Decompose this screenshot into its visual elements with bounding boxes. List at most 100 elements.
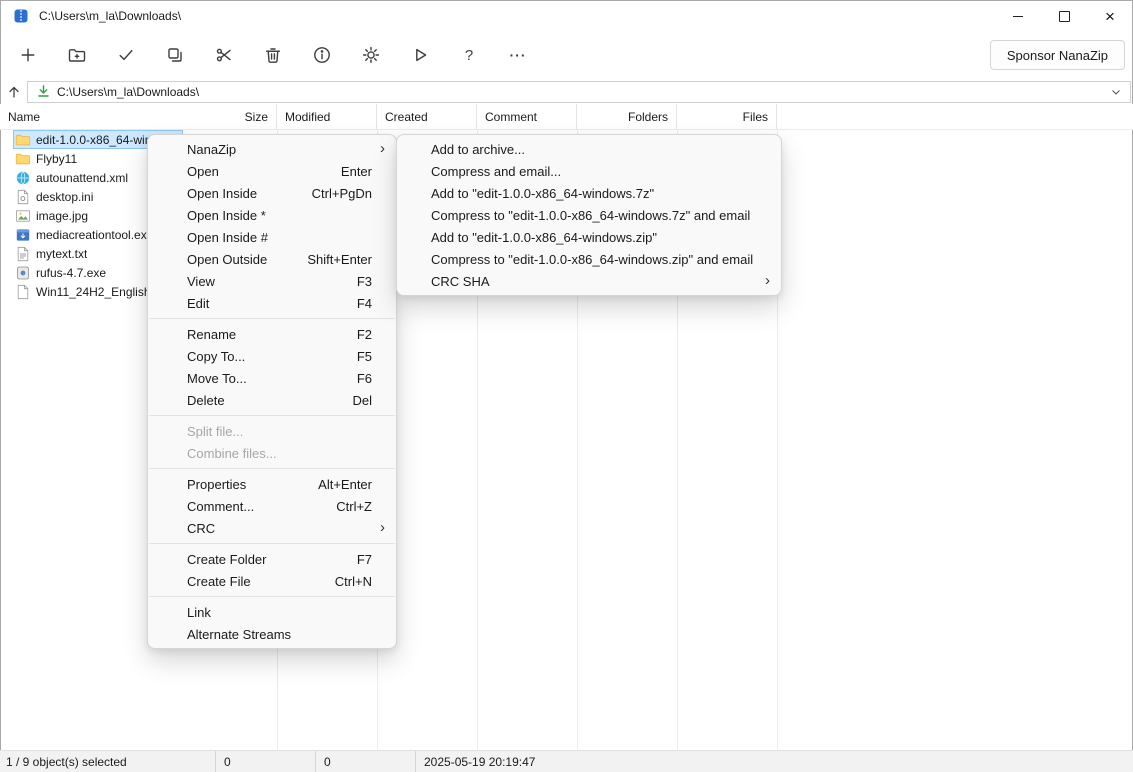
menu-item-label: Open Inside # — [187, 230, 268, 245]
menu-item-combine-files: Combine files... — [148, 442, 396, 464]
menu-item-label: Compress to "edit-1.0.0-x86_64-windows.7… — [431, 208, 750, 223]
column-header-folders[interactable]: Folders — [577, 104, 677, 129]
menu-item-label: NanaZip — [187, 142, 236, 157]
gear-icon — [361, 45, 381, 65]
menu-item-nanazip[interactable]: NanaZip› — [148, 138, 396, 160]
more-button[interactable]: ··· — [498, 38, 538, 72]
copy-button[interactable] — [155, 38, 195, 72]
menu-item-alternate-streams[interactable]: Alternate Streams — [148, 623, 396, 645]
menu-item-compress-to-edit-1-0-0-x86-64-windows-zip-and-email[interactable]: Compress to "edit-1.0.0-x86_64-windows.z… — [397, 248, 781, 270]
scissors-icon — [214, 45, 234, 65]
new-folder-button[interactable] — [57, 38, 97, 72]
delete-button[interactable] — [253, 38, 293, 72]
maximize-icon — [1059, 11, 1070, 22]
menu-item-label: Delete — [187, 393, 225, 408]
settings-button[interactable] — [351, 38, 391, 72]
menu-item-copy-to[interactable]: Copy To...F5 — [148, 345, 396, 367]
file-name: mytext.txt — [36, 247, 87, 261]
column-header-size[interactable]: Size — [205, 104, 277, 129]
run-button[interactable] — [400, 38, 440, 72]
submenu-arrow-icon: › — [765, 272, 770, 289]
menu-item-add-to-edit-1-0-0-x86-64-windows-zip[interactable]: Add to "edit-1.0.0-x86_64-windows.zip" — [397, 226, 781, 248]
menu-item-label: Open Inside * — [187, 208, 266, 223]
menu-shortcut: Alt+Enter — [318, 477, 372, 492]
menu-item-move-to[interactable]: Move To... F6 — [148, 367, 396, 389]
plus-icon — [18, 45, 38, 65]
window-controls: × — [995, 0, 1133, 32]
menu-item-add-to-archive[interactable]: Add to archive... — [397, 138, 781, 160]
menu-item-open[interactable]: OpenEnter — [148, 160, 396, 182]
menu-item-add-to-edit-1-0-0-x86-64-windows-7z[interactable]: Add to "edit-1.0.0-x86_64-windows.7z" — [397, 182, 781, 204]
folder-icon — [15, 151, 31, 167]
menu-item-open-inside[interactable]: Open Inside # — [148, 226, 396, 248]
file-name: mediacreationtool.exe — [36, 228, 153, 242]
menu-shortcut: Ctrl+Z — [336, 499, 372, 514]
menu-item-compress-to-edit-1-0-0-x86-64-windows-7z-and-email[interactable]: Compress to "edit-1.0.0-x86_64-windows.7… — [397, 204, 781, 226]
menu-item-properties[interactable]: PropertiesAlt+Enter — [148, 473, 396, 495]
column-header-comment[interactable]: Comment — [477, 104, 577, 129]
menu-item-open-inside[interactable]: Open Inside Ctrl+PgDn — [148, 182, 396, 204]
info-icon — [312, 45, 332, 65]
menu-item-crc[interactable]: CRC› — [148, 517, 396, 539]
menu-item-split-file: Split file... — [148, 420, 396, 442]
menu-item-rename[interactable]: RenameF2 — [148, 323, 396, 345]
menu-item-comment[interactable]: Comment... Ctrl+Z — [148, 495, 396, 517]
cut-button[interactable] — [204, 38, 244, 72]
menu-shortcut: Ctrl+N — [335, 574, 372, 589]
menu-item-crc-sha[interactable]: CRC SHA› — [397, 270, 781, 292]
sponsor-button[interactable]: Sponsor NanaZip — [990, 40, 1125, 70]
menu-item-label: Create File — [187, 574, 251, 589]
check-icon — [116, 45, 136, 65]
menu-item-label: Move To... — [187, 371, 247, 386]
menu-separator — [149, 596, 395, 597]
info-button[interactable] — [302, 38, 342, 72]
menu-item-label: Compress and email... — [431, 164, 561, 179]
menu-shortcut: Ctrl+PgDn — [312, 186, 372, 201]
menu-item-label: Copy To... — [187, 349, 245, 364]
title-bar: C:\Users\m_la\Downloads\ × — [0, 0, 1133, 32]
menu-item-label: Split file... — [187, 424, 243, 439]
image-file-icon — [15, 208, 31, 224]
file-name: autounattend.xml — [36, 171, 128, 185]
chevron-down-icon[interactable] — [1108, 84, 1124, 100]
menu-item-compress-and-email[interactable]: Compress and email... — [397, 160, 781, 182]
menu-item-edit[interactable]: EditF4 — [148, 292, 396, 314]
maximize-button[interactable] — [1041, 0, 1087, 32]
menu-item-label: Comment... — [187, 499, 254, 514]
path-field[interactable]: C:\Users\m_la\Downloads\ — [27, 81, 1131, 103]
menu-item-open-inside[interactable]: Open Inside * — [148, 204, 396, 226]
doc-file-icon — [15, 284, 31, 300]
menu-item-label: View — [187, 274, 215, 289]
window-title: C:\Users\m_la\Downloads\ — [39, 9, 181, 23]
menu-item-link[interactable]: Link — [148, 601, 396, 623]
up-button[interactable] — [0, 80, 27, 104]
menu-item-delete[interactable]: DeleteDel — [148, 389, 396, 411]
menu-item-label: Edit — [187, 296, 209, 311]
minimize-button[interactable] — [995, 0, 1041, 32]
status-counter-1: 0 — [215, 751, 315, 772]
app-icon — [13, 8, 29, 24]
menu-item-label: Open Inside — [187, 186, 257, 201]
menu-item-view[interactable]: ViewF3 — [148, 270, 396, 292]
ellipsis-icon: ··· — [510, 47, 527, 63]
menu-item-open-outside[interactable]: Open OutsideShift+Enter — [148, 248, 396, 270]
menu-item-label: Rename — [187, 327, 236, 342]
test-button[interactable] — [106, 38, 146, 72]
status-counter-2: 0 — [315, 751, 415, 772]
menu-item-create-folder[interactable]: Create FolderF7 — [148, 548, 396, 570]
help-button[interactable]: ? — [449, 38, 489, 72]
submenu-arrow-icon: › — [380, 519, 385, 536]
menu-item-label: Link — [187, 605, 211, 620]
column-header-modified[interactable]: Modified — [277, 104, 377, 129]
menu-shortcut: F6 — [357, 371, 372, 386]
close-button[interactable]: × — [1087, 0, 1133, 32]
menu-item-label: Open — [187, 164, 219, 179]
menu-item-label: Add to "edit-1.0.0-x86_64-windows.zip" — [431, 230, 657, 245]
status-bar: 1 / 9 object(s) selected 0 0 2025-05-19 … — [0, 750, 1133, 772]
column-header-name[interactable]: Name — [0, 104, 205, 129]
column-header-created[interactable]: Created — [377, 104, 477, 129]
add-button[interactable] — [8, 38, 48, 72]
column-header-files[interactable]: Files — [677, 104, 777, 129]
menu-item-create-file[interactable]: Create File Ctrl+N — [148, 570, 396, 592]
status-selection: 1 / 9 object(s) selected — [0, 751, 215, 772]
